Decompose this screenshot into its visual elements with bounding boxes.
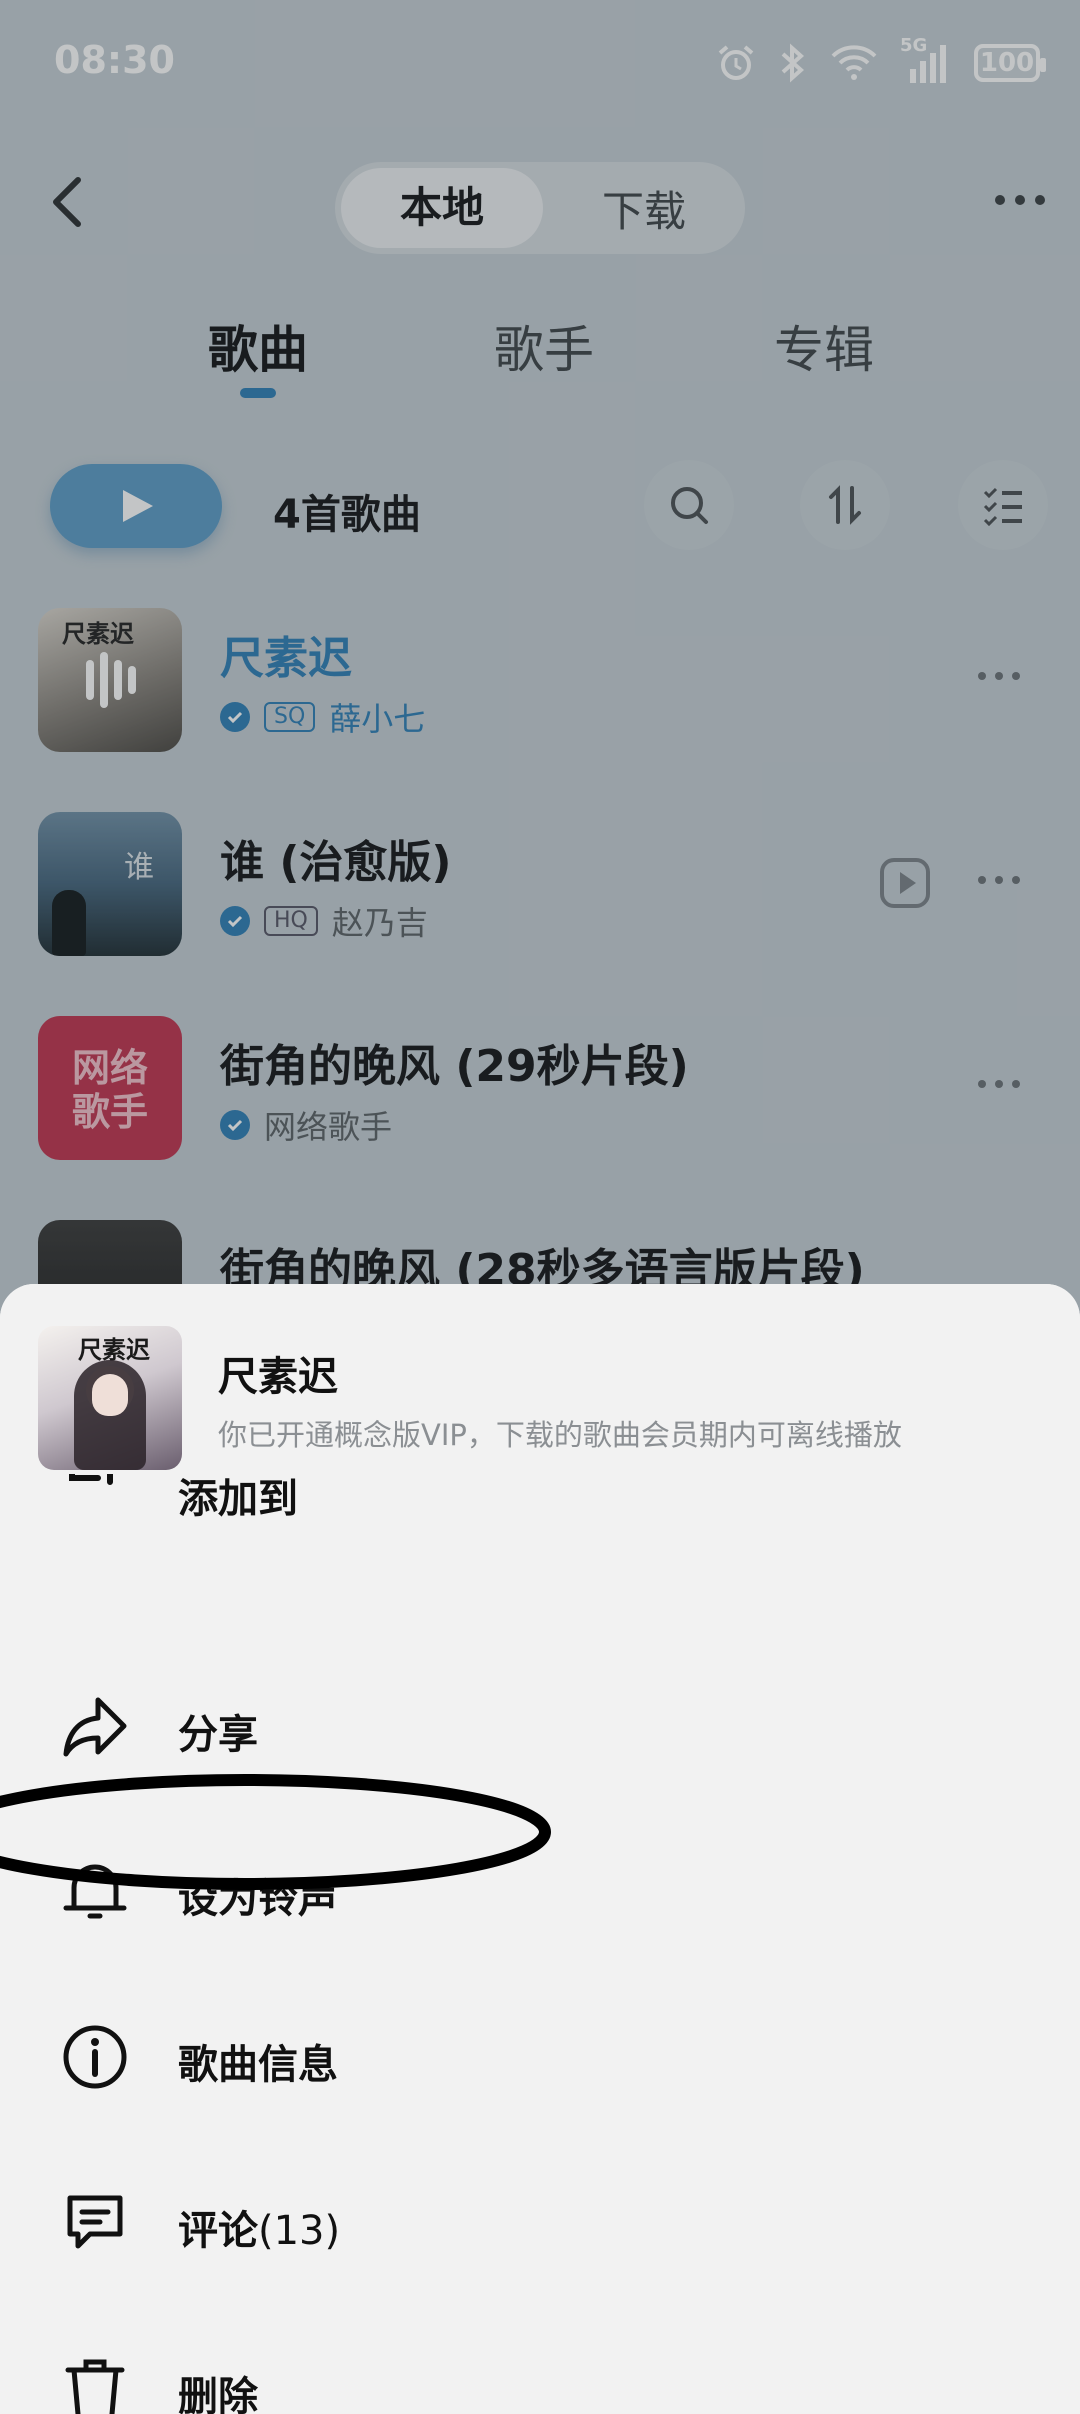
menu-delete[interactable]: 删除: [0, 2312, 1080, 2414]
menu-label: 评论(13): [178, 2198, 340, 2256]
share-icon: [63, 1697, 127, 1757]
comment-count: (13): [258, 2208, 341, 2254]
info-icon: [63, 2025, 127, 2089]
menu-label: 删除: [178, 2374, 258, 2414]
cover-face: [92, 1374, 128, 1416]
sheet-song-title: 尺素迟: [218, 1354, 338, 1400]
trash-icon: [65, 2359, 125, 2414]
menu-set-ringtone[interactable]: 设为铃声: [0, 1814, 1080, 1964]
menu-label: 歌曲信息: [178, 2042, 338, 2088]
menu-label: 分享: [178, 1712, 258, 1758]
comments-label: 评论: [178, 2208, 258, 2254]
sheet-header: 尺素迟 尺素迟 你已开通概念版VIP，下载的歌曲会员期内可离线播放: [0, 1284, 1080, 1474]
menu-comments[interactable]: 评论(13): [0, 2146, 1080, 2296]
bell-icon: [63, 1864, 127, 1919]
menu-label: 设为铃声: [178, 1876, 338, 1922]
menu-song-info[interactable]: 歌曲信息: [0, 1980, 1080, 2130]
song-action-sheet: 尺素迟 尺素迟 你已开通概念版VIP，下载的歌曲会员期内可离线播放 添加到 分享…: [0, 1284, 1080, 2414]
menu-add-to[interactable]: 添加到: [0, 1453, 1080, 1560]
sheet-cover: 尺素迟: [38, 1326, 182, 1470]
sheet-vip-notice: 你已开通概念版VIP，下载的歌曲会员期内可离线播放: [218, 1418, 902, 1452]
menu-label: 添加到: [178, 1476, 298, 1522]
menu-share[interactable]: 分享: [0, 1650, 1080, 1800]
comment-icon: [67, 2195, 123, 2249]
